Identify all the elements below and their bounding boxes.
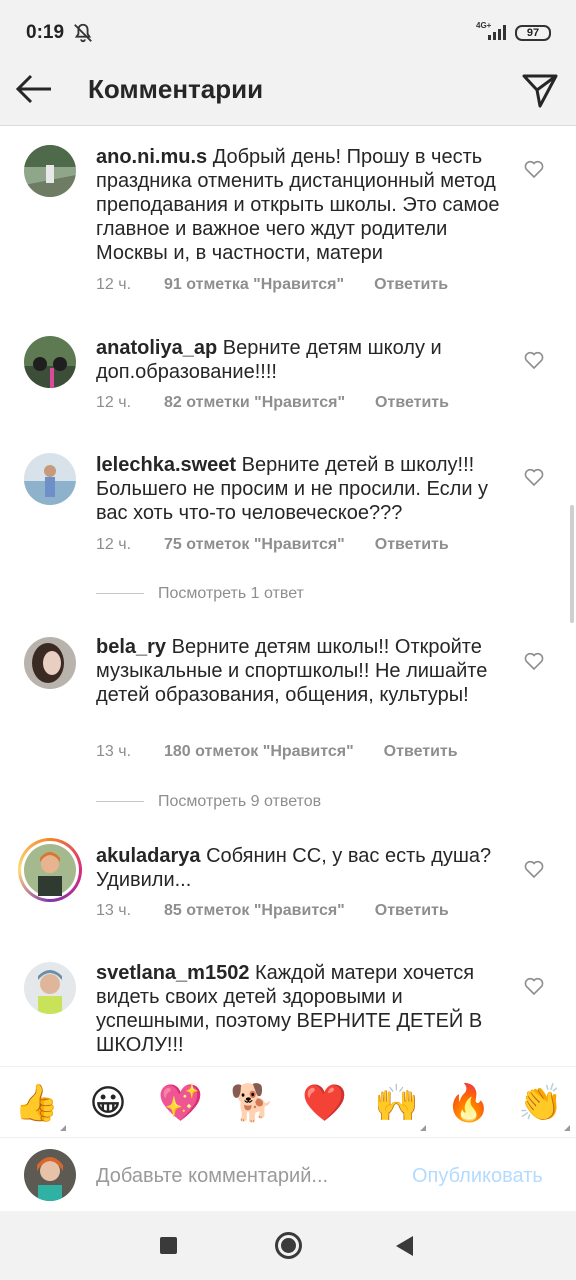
paper-plane-icon[interactable]: [520, 70, 560, 110]
arrow-left-icon[interactable]: [14, 71, 54, 107]
grinning-face-icon: 😀: [89, 1082, 127, 1123]
fire-icon: 🔥: [446, 1082, 491, 1123]
avatar: [21, 841, 79, 899]
comment-text: svetlana_m1502 Каждой матери хочется вид…: [96, 961, 506, 1057]
status-bar: 0:19 4G+ 97: [0, 0, 576, 54]
emoji-sparkling-heart[interactable]: 💖: [158, 1081, 203, 1125]
recent-apps-icon[interactable]: [160, 1237, 177, 1254]
likes-count[interactable]: 82 отметки "Нравится": [164, 394, 345, 412]
comment-time: 12 ч.: [96, 394, 132, 411]
view-replies-label[interactable]: Посмотреть 1 ответ: [158, 585, 304, 602]
comment-username[interactable]: anatoliya_ap: [96, 337, 217, 359]
red-heart-icon: ❤️: [302, 1082, 347, 1123]
comment-username[interactable]: svetlana_m1502: [96, 962, 249, 984]
divider: [96, 593, 144, 595]
comment-meta: 13 ч. 180 отметок "Нравится" Ответить: [96, 743, 458, 761]
battery-icon: 97: [515, 25, 551, 41]
back-triangle-icon[interactable]: [396, 1236, 413, 1256]
reply-button[interactable]: Ответить: [384, 743, 458, 761]
my-avatar: [24, 1149, 76, 1201]
variant-indicator: [420, 1125, 426, 1131]
heart-icon[interactable]: [524, 860, 544, 878]
comment-text: lelechka.sweet Верните детей в школу!!! …: [96, 453, 506, 525]
likes-count[interactable]: 85 отметок "Нравится": [164, 902, 345, 920]
view-replies-label[interactable]: Посмотреть 9 ответов: [158, 793, 321, 810]
comment-meta: 13 ч. 85 отметок "Нравится" Ответить: [96, 902, 449, 920]
avatar[interactable]: [24, 637, 76, 689]
publish-button[interactable]: Опубликовать: [412, 1165, 543, 1188]
signal-icon: [488, 25, 506, 40]
comment-time: 12 ч.: [96, 276, 132, 293]
heart-icon[interactable]: [524, 977, 544, 995]
likes-count[interactable]: 75 отметок "Нравится": [164, 536, 345, 554]
emoji-grinning[interactable]: 😀: [86, 1081, 130, 1125]
reply-button[interactable]: Ответить: [375, 536, 449, 554]
status-time: 0:19: [26, 22, 65, 43]
comment-username[interactable]: akuladarya: [96, 845, 201, 867]
avatar[interactable]: [24, 336, 76, 388]
scrollbar[interactable]: [570, 505, 574, 623]
emoji-bar: 👍 😀 💖 🐕 ❤️ 🙌 🔥 👏: [0, 1066, 576, 1138]
thumbs-up-icon: 👍: [14, 1082, 59, 1123]
comment-meta: 12 ч. 82 отметки "Нравится" Ответить: [96, 394, 449, 412]
heart-icon[interactable]: [524, 652, 544, 670]
reply-button[interactable]: Ответить: [375, 394, 449, 412]
comment-text: bela_ry Верните детям школы!! Откройте м…: [96, 635, 506, 707]
avatar[interactable]: [24, 962, 76, 1014]
variant-indicator: [564, 1125, 570, 1131]
dog-icon: 🐕: [230, 1082, 275, 1123]
bell-off-icon: [74, 23, 92, 43]
heart-icon[interactable]: [524, 351, 544, 369]
raising-hands-icon: 🙌: [374, 1082, 419, 1123]
comment-time: 13 ч.: [96, 902, 132, 919]
comment-meta: 12 ч. 91 отметка "Нравится" Ответить: [96, 276, 448, 294]
reply-button[interactable]: Ответить: [375, 902, 449, 920]
variant-indicator: [60, 1125, 66, 1131]
home-icon[interactable]: [275, 1232, 302, 1259]
likes-count[interactable]: 91 отметка "Нравится": [164, 276, 344, 294]
comment-text: anatoliya_ap Верните детям школу и доп.о…: [96, 336, 506, 384]
emoji-raising-hands[interactable]: 🙌: [374, 1081, 426, 1131]
comment-time: 12 ч.: [96, 536, 132, 553]
likes-count[interactable]: 180 отметок "Нравится": [164, 743, 354, 761]
clapping-hands-icon: 👏: [518, 1082, 563, 1123]
page-title: Комментарии: [88, 74, 264, 104]
view-replies-button[interactable]: Посмотреть 9 ответов: [96, 793, 321, 811]
reply-button[interactable]: Ответить: [374, 276, 448, 294]
heart-icon[interactable]: [524, 160, 544, 178]
avatar[interactable]: [24, 453, 76, 505]
comment-text: ano.ni.mu.s Добрый день! Прошу в честь п…: [96, 145, 506, 265]
comment-meta: 12 ч. 75 отметок "Нравится" Ответить: [96, 536, 449, 554]
comment-username[interactable]: lelechka.sweet: [96, 454, 236, 476]
emoji-fire[interactable]: 🔥: [446, 1081, 491, 1125]
emoji-dog[interactable]: 🐕: [230, 1081, 275, 1125]
avatar-story-ring[interactable]: [18, 838, 82, 902]
comment-username[interactable]: ano.ni.mu.s: [96, 146, 207, 168]
heart-icon[interactable]: [524, 468, 544, 486]
comment-time: 13 ч.: [96, 743, 132, 760]
comment-input[interactable]: [96, 1161, 396, 1191]
avatar[interactable]: [24, 145, 76, 197]
app-bar: Комментарии: [0, 54, 576, 126]
emoji-clapping[interactable]: 👏: [518, 1081, 570, 1131]
comment-username[interactable]: bela_ry: [96, 636, 166, 658]
comment-composer: Опубликовать: [0, 1139, 576, 1211]
emoji-thumbs-up[interactable]: 👍: [14, 1081, 66, 1131]
comment-text: akuladarya Собянин СС, у вас есть душа? …: [96, 844, 506, 892]
divider: [96, 801, 144, 803]
emoji-red-heart[interactable]: ❤️: [302, 1081, 347, 1125]
sparkling-heart-icon: 💖: [158, 1082, 203, 1123]
system-nav-bar: [0, 1211, 576, 1280]
view-replies-button[interactable]: Посмотреть 1 ответ: [96, 585, 304, 603]
